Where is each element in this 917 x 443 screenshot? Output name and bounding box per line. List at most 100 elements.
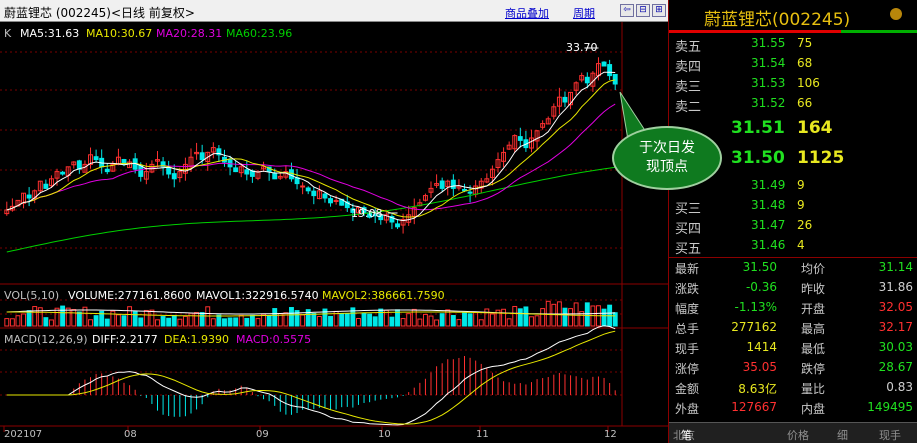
volume-bar	[48, 319, 54, 327]
tab-price[interactable]: 价格	[787, 427, 809, 443]
kline-chart-area[interactable]: 蔚蓝锂芯 (002245)<日线 前复权> 商品叠加 周期 ⇦ ⊟ ⊞ K MA…	[0, 0, 668, 443]
candle-down	[584, 76, 590, 84]
stat-value: 32.17	[878, 320, 913, 334]
zoom-out-icon[interactable]: ⊟	[636, 4, 650, 17]
candle-down	[104, 168, 110, 173]
candle-down	[305, 187, 311, 192]
ma60-legend: MA60:23.96	[226, 27, 293, 40]
order-price: 31.52	[751, 96, 786, 110]
volume-bar	[188, 312, 194, 327]
order-row-buy4[interactable]: 买四 31.47 26	[669, 218, 917, 238]
order-price: 31.53	[751, 76, 786, 90]
order-volume: 66	[797, 96, 813, 110]
order-price: 31.48	[751, 198, 786, 212]
order-volume: 9	[797, 178, 805, 192]
x-tick-label: 09	[256, 429, 269, 440]
panel-title-bar: 蔚蓝锂芯(002245)	[669, 0, 917, 30]
kline-chart-svg[interactable]	[0, 0, 668, 443]
volume-bar	[32, 306, 38, 327]
volume-bar	[529, 316, 534, 327]
volume-bar	[601, 308, 607, 327]
volume-bar	[26, 310, 32, 327]
order-volume: 26	[797, 218, 813, 232]
stat-value: 127667	[731, 400, 777, 414]
order-row-sell2[interactable]: 卖二 31.52 66	[669, 96, 917, 116]
stat-value: 149495	[867, 400, 913, 414]
volume-bar	[355, 318, 361, 327]
vol-legend: VOL(5,10)	[4, 289, 60, 302]
volume-bar	[439, 313, 445, 327]
stat-value: 32.05	[878, 300, 913, 314]
volume-bar	[422, 313, 428, 327]
order-row-sell4[interactable]: 卖四 31.54 68	[669, 56, 917, 76]
buy-ratio-bar	[669, 30, 841, 33]
overlay-link[interactable]: 商品叠加	[505, 5, 549, 21]
order-label: 卖三	[675, 80, 702, 95]
order-price: 31.54	[751, 56, 786, 70]
volume-bar	[199, 312, 205, 327]
candle-down	[395, 223, 400, 228]
volume-bar	[110, 310, 116, 327]
chart-title: 蔚蓝锂芯 (002245)<日线 前复权>	[4, 6, 195, 20]
stat-label: 最新	[675, 262, 700, 276]
order-row-sell3[interactable]: 卖三 31.53 106	[669, 76, 917, 96]
stat-value: 31.50	[742, 260, 777, 274]
order-row-buy3[interactable]: 买三 31.48 9	[669, 198, 917, 218]
sell-ratio-bar	[841, 30, 917, 33]
x-tick-label: 12	[604, 429, 617, 440]
volume-bar	[21, 313, 26, 327]
order-label: 买四	[675, 222, 702, 237]
candle-down	[138, 165, 144, 177]
callout-line: 现顶点	[646, 159, 688, 175]
volume-bar	[584, 302, 590, 327]
tab-detail[interactable]: 细	[837, 427, 848, 443]
candle-down	[322, 193, 328, 199]
tab-trades[interactable]: 笔	[681, 427, 692, 443]
kline-label: K	[4, 27, 12, 40]
stat-label: 量比	[801, 382, 826, 396]
sell1-volume: 164	[797, 118, 833, 138]
zoom-in-icon[interactable]: ⊞	[652, 4, 666, 17]
volume-bar	[300, 314, 306, 327]
volume-bar	[400, 318, 406, 327]
panel-divider	[669, 257, 917, 258]
quote-panel: 蔚蓝锂芯(002245) 卖五 31.55 75 卖四 31.54 68 卖三 …	[668, 0, 917, 443]
order-label: 卖五	[675, 40, 702, 55]
close-icon[interactable]	[890, 8, 902, 20]
candle-up	[300, 185, 306, 188]
stat-label: 幅度	[675, 302, 700, 316]
volume-bar	[155, 319, 160, 327]
volume-bar	[417, 318, 423, 327]
candle-down	[26, 194, 32, 199]
volume-bar	[534, 315, 540, 327]
order-volume: 9	[797, 198, 805, 212]
stat-label: 现手	[675, 342, 700, 356]
tab-current-volume[interactable]: 现手	[879, 427, 901, 443]
volume-bar	[562, 307, 568, 327]
volume-bar	[255, 318, 261, 327]
macd-value-legend: MACD:0.5575	[236, 333, 312, 346]
x-tick-label: 202107	[4, 429, 43, 440]
candle-down	[272, 173, 278, 180]
order-row-sell5[interactable]: 卖五 31.55 75	[669, 36, 917, 56]
callout-line: 于次日发	[639, 140, 695, 156]
order-volume: 106	[797, 76, 820, 90]
buy1-price: 31.50	[731, 148, 785, 168]
period-link[interactable]: 周期	[573, 5, 595, 21]
buy1-volume: 1125	[797, 148, 845, 168]
volume-bar	[289, 307, 294, 327]
volume-bar	[339, 313, 345, 327]
stock-name: 蔚蓝锂芯(002245)	[704, 10, 851, 30]
volume-bar	[76, 311, 82, 327]
candle-down	[93, 156, 99, 161]
volume-bar	[216, 314, 222, 327]
stat-label: 外盘	[675, 402, 700, 416]
volume-bar	[104, 318, 110, 327]
ma10-legend: MA10:30.67	[86, 27, 153, 40]
volume-bar	[484, 308, 490, 327]
order-row-buy2[interactable]: 31.49 9	[669, 178, 917, 198]
candle-down	[233, 167, 239, 173]
order-row-buy5[interactable]: 买五 31.46 4	[669, 238, 917, 258]
volume-bar	[88, 319, 93, 327]
back-icon[interactable]: ⇦	[620, 4, 634, 17]
